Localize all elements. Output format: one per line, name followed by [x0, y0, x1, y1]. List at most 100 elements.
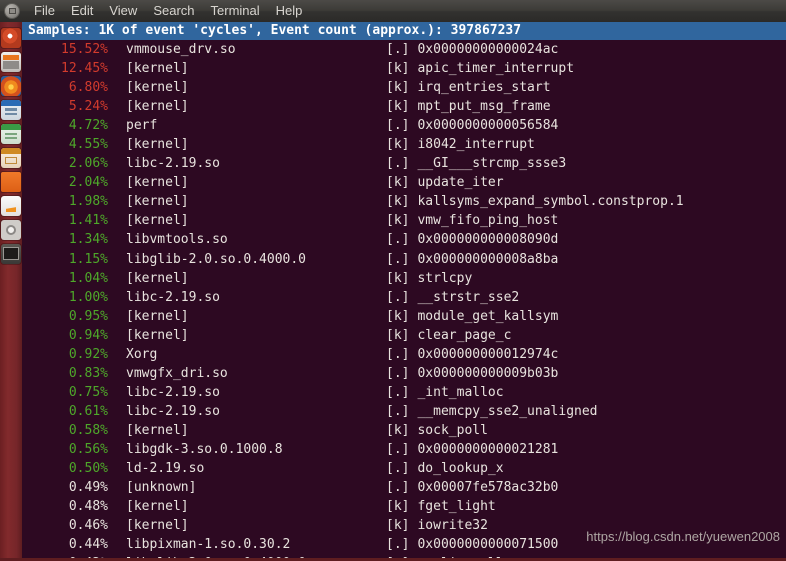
libreoffice-calc-icon[interactable] [1, 124, 21, 144]
table-row[interactable]: 0.58% [kernel] [k] sock_poll [22, 421, 786, 440]
row-privilege-level: [.] [386, 384, 410, 400]
table-row[interactable]: 1.41% [kernel] [k] vmw_fifo_ping_host [22, 211, 786, 230]
row-privilege-level: [.] [386, 289, 410, 305]
table-row[interactable]: 12.45% [kernel] [k] apic_timer_interrupt [22, 59, 786, 78]
row-symbol: 0x000000000012974c [417, 346, 559, 362]
row-symbol: 0x00007fe578ac32b0 [417, 480, 559, 496]
row-privilege-level: [k] [386, 137, 410, 153]
row-percentage: 0.48% [68, 499, 108, 515]
row-dso: libgdk-3.so.0.1000.8 [126, 441, 283, 457]
menu-view[interactable]: View [101, 0, 145, 22]
ubuntu-dash-icon[interactable] [1, 28, 21, 48]
row-symbol: __GI___strcmp_ssse3 [417, 156, 567, 172]
firefox-icon[interactable] [1, 76, 21, 96]
libreoffice-writer-icon[interactable] [1, 100, 21, 120]
row-symbol: 0x000000000008090d [417, 232, 559, 248]
amazon-icon[interactable] [1, 196, 21, 216]
row-percentage: 0.94% [68, 327, 108, 343]
row-percentage: 1.34% [68, 232, 108, 248]
menu-file[interactable]: File [26, 0, 63, 22]
table-row[interactable]: 0.50% ld-2.19.so [.] do_lookup_x [22, 459, 786, 478]
row-percentage: 0.56% [68, 441, 108, 457]
row-percentage: 1.98% [68, 194, 108, 210]
row-dso: Xorg [126, 346, 158, 362]
table-row[interactable]: 0.56% libgdk-3.so.0.1000.8 [.] 0x0000000000… [22, 440, 786, 459]
terminal-icon[interactable] [1, 244, 21, 264]
menu-edit[interactable]: Edit [63, 0, 101, 22]
row-symbol: apic_timer_interrupt [417, 61, 575, 77]
row-privilege-level: [.] [386, 42, 410, 57]
row-dso: libglib-2.0.so.0.4000.0 [126, 251, 307, 267]
row-percentage: 1.15% [68, 251, 108, 267]
row-symbol: fget_light [417, 499, 496, 515]
row-dso: ld-2.19.so [126, 461, 205, 477]
row-symbol: 0x0000000000071500 [417, 537, 559, 553]
table-row[interactable]: 0.61% libc-2.19.so [.] __memcpy_sse2_unalig… [22, 402, 786, 421]
row-dso: [unknown] [126, 480, 197, 496]
table-row[interactable]: 2.06% libc-2.19.so [.] __GI___strcmp_ssse3 [22, 154, 786, 173]
row-percentage: 2.06% [68, 156, 108, 172]
perf-report-table[interactable]: 15.52% vmmouse_drv.so [.] 0x00000000000024a… [22, 40, 786, 561]
table-row[interactable]: 0.94% [kernel] [k] clear_page_c [22, 326, 786, 345]
row-symbol: module_get_kallsym [417, 308, 559, 324]
table-row[interactable]: 0.49% [unknown] [.] 0x00007fe578ac32b0 [22, 478, 786, 497]
row-percentage: 5.24% [68, 99, 108, 115]
row-percentage: 0.83% [68, 365, 108, 381]
row-symbol: do_lookup_x [417, 461, 504, 477]
table-row[interactable]: 0.75% libc-2.19.so [.] _int_malloc [22, 383, 786, 402]
terminal-window[interactable]: Samples: 1K of event 'cycles', Event cou… [22, 22, 786, 561]
row-symbol: 0x000000000008a8ba [417, 251, 559, 267]
row-percentage: 4.55% [68, 137, 108, 153]
table-row[interactable]: 0.48% [kernel] [k] fget_light [22, 497, 786, 516]
row-percentage: 0.92% [68, 346, 108, 362]
table-row[interactable]: 0.95% [kernel] [k] module_get_kallsym [22, 307, 786, 326]
row-privilege-level: [k] [386, 308, 410, 324]
row-privilege-level: [.] [386, 480, 410, 496]
table-row[interactable]: 1.98% [kernel] [k] kallsyms_expand_symbol.c… [22, 192, 786, 211]
row-dso: [kernel] [126, 175, 189, 191]
table-row[interactable]: 0.46% [kernel] [k] iowrite32 [22, 516, 786, 535]
table-row[interactable]: 6.80% [kernel] [k] irq_entries_start [22, 78, 786, 97]
ubuntu-top-panel: File Edit View Search Terminal Help [0, 0, 786, 22]
table-row[interactable]: 1.04% [kernel] [k] strlcpy [22, 269, 786, 288]
table-row[interactable]: 4.55% [kernel] [k] i8042_interrupt [22, 135, 786, 154]
menu-help[interactable]: Help [268, 0, 311, 22]
row-privilege-level: [.] [386, 461, 410, 477]
row-percentage: 4.72% [68, 118, 108, 134]
row-privilege-level: [.] [386, 365, 410, 381]
row-dso: [kernel] [126, 99, 189, 115]
row-percentage: 0.49% [68, 480, 108, 496]
ubuntu-software-icon[interactable] [1, 172, 21, 192]
table-row[interactable]: 1.15% libglib-2.0.so.0.4000.0 [.] 0x0000000… [22, 250, 786, 269]
table-row[interactable]: 4.72% perf [.] 0x0000000000056584 [22, 116, 786, 135]
table-row[interactable]: 5.24% [kernel] [k] mpt_put_msg_frame [22, 97, 786, 116]
table-row[interactable]: 0.83% vmwgfx_dri.so [.] 0x000000000009b03b [22, 364, 786, 383]
table-row[interactable]: 1.00% libc-2.19.so [.] __strstr_sse2 [22, 288, 786, 307]
row-dso: libvmtools.so [126, 232, 228, 248]
libreoffice-impress-icon[interactable] [1, 148, 21, 168]
row-percentage: 1.04% [68, 270, 108, 286]
table-row[interactable]: 0.44% libpixman-1.so.0.30.2 [.] 0x000000000… [22, 535, 786, 554]
row-symbol: i8042_interrupt [417, 137, 535, 153]
row-dso: [kernel] [126, 61, 189, 77]
table-row[interactable]: 0.92% Xorg [.] 0x000000000012974c [22, 345, 786, 364]
row-privilege-level: [k] [386, 518, 410, 534]
row-privilege-level: [.] [386, 118, 410, 134]
row-privilege-level: [.] [386, 537, 410, 553]
row-percentage: 1.00% [68, 289, 108, 305]
files-icon[interactable] [1, 52, 21, 72]
window-menu-button[interactable] [4, 3, 20, 19]
menu-terminal[interactable]: Terminal [203, 0, 268, 22]
row-symbol: sock_poll [417, 422, 488, 438]
system-settings-icon[interactable] [1, 220, 21, 240]
table-row[interactable]: 2.04% [kernel] [k] update_iter [22, 173, 786, 192]
menu-search[interactable]: Search [145, 0, 202, 22]
row-privilege-level: [k] [386, 213, 410, 229]
row-symbol: strlcpy [417, 270, 473, 286]
table-row[interactable]: 1.34% libvmtools.so [.] 0x000000000008090d [22, 230, 786, 249]
row-privilege-level: [k] [386, 499, 410, 515]
table-row[interactable]: 15.52% vmmouse_drv.so [.] 0x00000000000024a… [22, 40, 786, 59]
row-dso: libc-2.19.so [126, 403, 220, 419]
row-symbol: kallsyms_expand_symbol.constprop.1 [417, 194, 684, 210]
row-dso: libc-2.19.so [126, 384, 220, 400]
